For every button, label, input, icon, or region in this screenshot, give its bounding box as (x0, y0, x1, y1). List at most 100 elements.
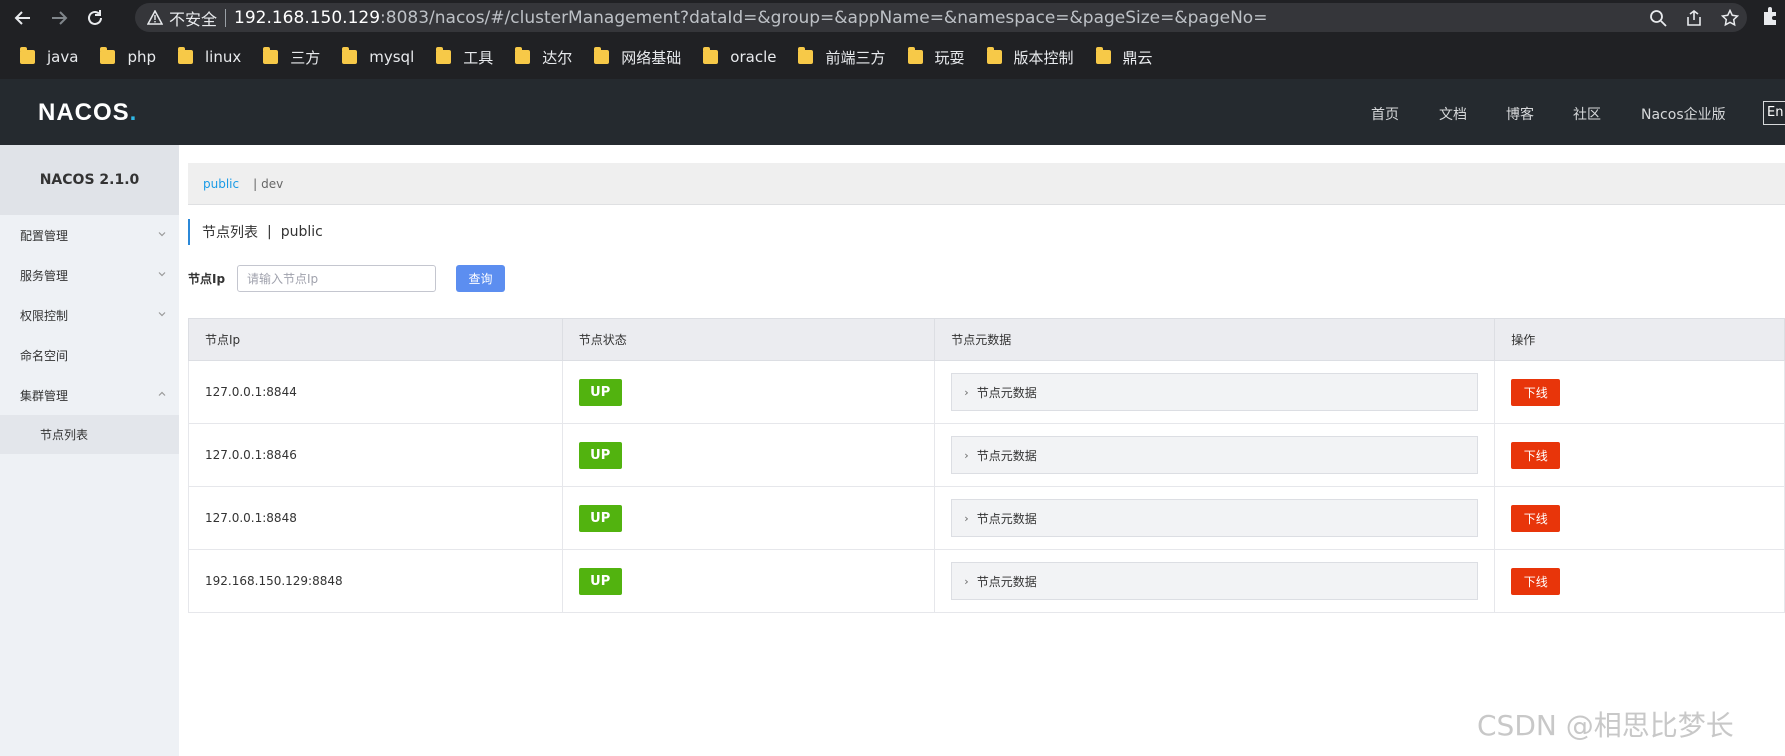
bookmark-label: mysql (369, 48, 415, 66)
bookmark-label: oracle (730, 48, 777, 66)
sidebar-item-auth[interactable]: 权限控制 (0, 295, 179, 335)
folder-icon (263, 47, 279, 64)
chevron-right-icon: › (964, 574, 969, 588)
bookmark-folder[interactable]: java (20, 47, 78, 66)
metadata-expander[interactable]: › 节点元数据 (951, 373, 1479, 411)
chevron-down-icon (158, 232, 166, 237)
sidebar-item-label: 命名空间 (20, 348, 69, 363)
nav-home[interactable]: 首页 (1371, 104, 1399, 124)
bookmark-folder[interactable]: mysql (342, 47, 415, 66)
chevron-down-icon (158, 272, 166, 277)
nav-enterprise[interactable]: Nacos企业版 (1641, 104, 1726, 124)
column-header-ip: 节点Ip (188, 318, 563, 361)
metadata-label: 节点元数据 (976, 385, 1037, 400)
nav-blog[interactable]: 博客 (1506, 104, 1534, 124)
chevron-right-icon: › (964, 511, 969, 525)
chevron-up-icon (158, 391, 166, 396)
status-badge: UP (578, 567, 622, 595)
bookmark-folder[interactable]: 版本控制 (986, 47, 1074, 68)
node-ip-cell: 127.0.0.1:8846 (188, 423, 563, 487)
node-ip-input[interactable] (237, 265, 436, 292)
nav-community[interactable]: 社区 (1573, 104, 1601, 124)
page-title-separator: | (267, 224, 272, 240)
bookmark-folder[interactable]: 三方 (263, 47, 320, 68)
metadata-expander[interactable]: › 节点元数据 (951, 436, 1479, 474)
forward-button[interactable] (46, 5, 72, 31)
table-header-row: 节点Ip 节点状态 节点元数据 操作 (188, 318, 1785, 361)
node-ip-label: 节点Ip (188, 272, 226, 286)
reload-button[interactable] (82, 5, 108, 31)
url-host[interactable]: 192.168.150.129 (234, 8, 380, 28)
column-header-status: 节点状态 (561, 318, 936, 361)
folder-icon (436, 47, 452, 64)
warning-icon[interactable] (147, 10, 163, 25)
bookmark-folder[interactable]: 工具 (436, 47, 493, 68)
address-bar-actions (1649, 3, 1739, 32)
sidebar-item-cluster[interactable]: 集群管理 (0, 375, 179, 415)
bookmark-label: 网络基础 (621, 48, 682, 67)
bookmark-folder[interactable]: 前端三方 (798, 47, 886, 68)
app-header: NACOS. 首页 文档 博客 社区 Nacos企业版 (0, 79, 1785, 145)
page-title-text: 节点列表 (202, 225, 258, 241)
node-status-cell: UP (561, 423, 936, 487)
language-toggle[interactable]: En (1763, 101, 1785, 125)
share-icon[interactable] (1685, 9, 1703, 27)
sidebar-item-label: 服务管理 (20, 268, 69, 283)
nacos-logo[interactable]: NACOS. (38, 99, 137, 127)
column-header-action: 操作 (1494, 318, 1785, 361)
address-bar[interactable]: 不安全 192.168.150.129:8083/nacos/#/cluster… (135, 3, 1747, 32)
bookmark-folder[interactable]: 达尔 (515, 47, 572, 68)
folder-icon (20, 47, 35, 64)
node-table: 节点Ip 节点状态 节点元数据 操作 127.0.0.1:8844 UP › 节点… (188, 318, 1785, 613)
metadata-expander[interactable]: › 节点元数据 (951, 499, 1479, 537)
offline-button[interactable]: 下线 (1511, 504, 1561, 532)
bookmark-label: 前端三方 (825, 48, 886, 67)
bookmark-folder[interactable]: 网络基础 (594, 47, 681, 68)
folder-icon (515, 47, 531, 64)
sidebar-item-config[interactable]: 配置管理 (0, 215, 179, 255)
table-row: 192.168.150.129:8848 UP › 节点元数据 下线 (188, 549, 1785, 613)
logo-text: NACOS (38, 99, 130, 126)
node-status-cell: UP (561, 549, 936, 613)
folder-icon (594, 47, 610, 64)
table-row: 127.0.0.1:8846 UP › 节点元数据 下线 (188, 423, 1785, 487)
folder-icon (703, 47, 719, 64)
bookmark-folder[interactable]: oracle (703, 47, 777, 66)
sidebar-item-service[interactable]: 服务管理 (0, 255, 179, 295)
namespace-public[interactable]: public (203, 177, 239, 191)
bookmarks-bar: java php linux 三方 mysql 工具 达尔 网络基础 oracl… (0, 35, 1785, 79)
bookmark-folder[interactable]: 鼎云 (1095, 47, 1153, 68)
namespace-dev[interactable]: dev (261, 177, 283, 191)
reload-icon (88, 9, 102, 25)
status-badge: UP (578, 441, 622, 469)
node-action-cell: 下线 (1494, 360, 1785, 424)
offline-button[interactable]: 下线 (1511, 378, 1561, 406)
query-button[interactable]: 查询 (456, 265, 505, 292)
node-action-cell: 下线 (1494, 486, 1785, 550)
chevron-right-icon: › (964, 448, 969, 462)
node-status-cell: UP (561, 360, 936, 424)
page-title-namespace: public (280, 224, 323, 240)
url-path[interactable]: :8083/nacos/#/clusterManagement?dataId=&… (380, 8, 1267, 28)
url-divider (225, 8, 227, 27)
offline-button[interactable]: 下线 (1511, 567, 1561, 595)
bookmark-folder[interactable]: linux (178, 47, 241, 66)
table-row: 127.0.0.1:8848 UP › 节点元数据 下线 (188, 486, 1785, 550)
back-button[interactable] (10, 5, 36, 31)
node-ip-cell: 127.0.0.1:8844 (188, 360, 563, 424)
metadata-expander[interactable]: › 节点元数据 (951, 562, 1479, 600)
nav-docs[interactable]: 文档 (1439, 104, 1467, 124)
bookmark-folder[interactable]: 玩耍 (907, 47, 965, 68)
extensions-puzzle-icon[interactable] (1760, 5, 1780, 27)
sidebar-item-namespace[interactable]: 命名空间 (0, 335, 179, 375)
bookmark-label: 玩耍 (934, 48, 965, 67)
bookmark-folder[interactable]: php (100, 47, 156, 66)
namespace-divider: | (253, 176, 258, 191)
bookmark-star-icon[interactable] (1721, 8, 1739, 27)
folder-icon (907, 47, 923, 64)
offline-button[interactable]: 下线 (1511, 441, 1561, 469)
zoom-icon[interactable] (1649, 9, 1667, 27)
insecure-label[interactable]: 不安全 (169, 6, 217, 30)
node-ip-cell: 192.168.150.129:8848 (188, 549, 563, 613)
sidebar-subitem-node-list[interactable]: 节点列表 (0, 415, 179, 454)
